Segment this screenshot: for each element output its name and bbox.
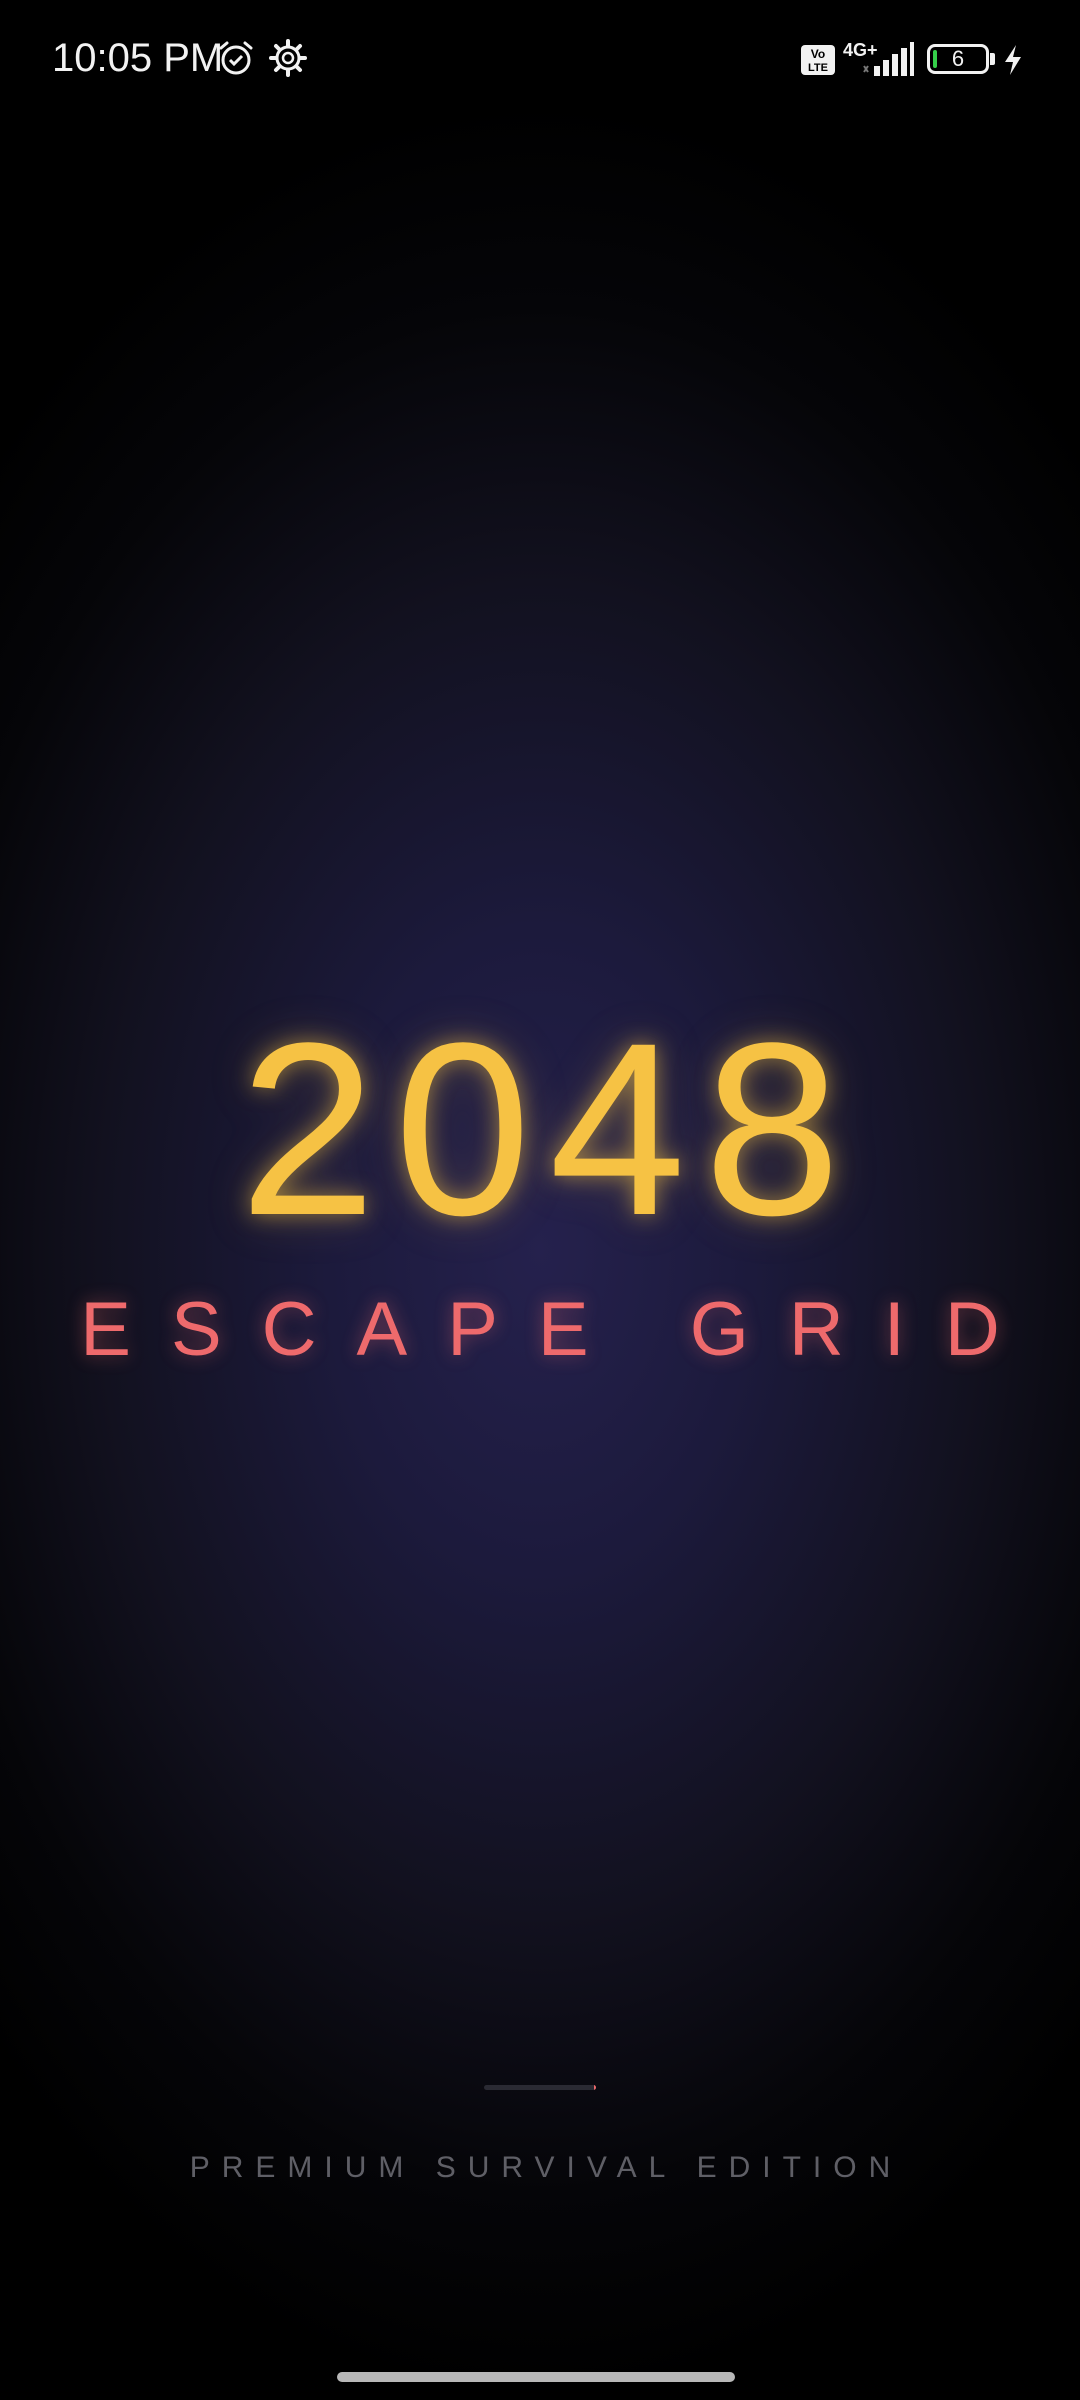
charging-icon	[1002, 44, 1024, 81]
volte-icon: Vo LTE	[800, 44, 836, 81]
svg-text:Vo: Vo	[811, 47, 825, 61]
signal-icon	[862, 42, 914, 81]
status-time: 10:05 PM	[52, 36, 224, 80]
game-subtitle: ESCAPE GRID	[80, 1287, 1040, 1372]
game-title: 2048	[239, 992, 859, 1267]
loading-bar	[484, 2085, 596, 2090]
battery-icon: 6	[927, 44, 989, 74]
battery-tip	[990, 53, 995, 65]
loading-bar-fill	[593, 2085, 596, 2090]
alarm-icon	[216, 38, 256, 83]
edition-label: PREMIUM SURVIVAL EDITION	[189, 2151, 903, 2184]
status-bar: 10:05 PM Vo LTE 4G+ 6	[0, 0, 1080, 120]
battery-level-text: 6	[951, 46, 965, 71]
home-indicator[interactable]	[337, 2372, 735, 2382]
svg-text:LTE: LTE	[808, 62, 828, 74]
splash-screen: 10:05 PM Vo LTE 4G+ 6 2048 ESCAPE GRID P…	[0, 0, 1080, 2400]
gear-icon	[268, 38, 308, 83]
